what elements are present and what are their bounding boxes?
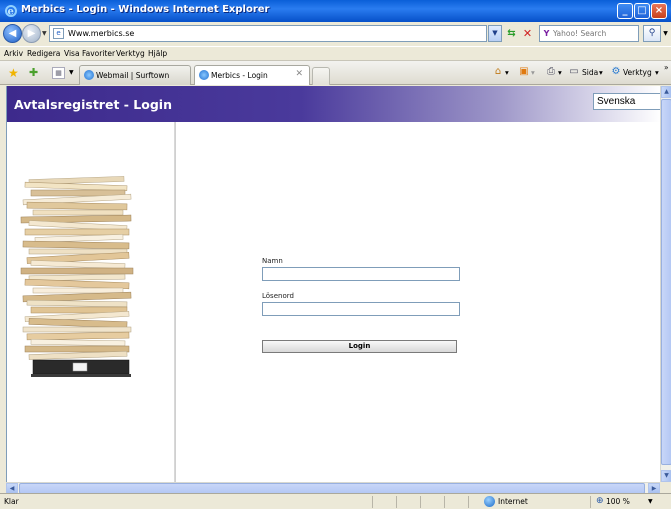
menu-favorites[interactable]: Favoriter [82, 49, 115, 58]
search-options-icon[interactable]: ▼ [661, 25, 670, 42]
tools-menu-icon[interactable]: ⚙ [610, 66, 622, 78]
title-bar: e Merbics - Login - Windows Internet Exp… [0, 0, 671, 22]
horizontal-scrollbar[interactable]: ◀ ▶ [6, 482, 660, 494]
scroll-down-icon[interactable]: ▼ [661, 470, 671, 482]
status-text: Klar [4, 497, 19, 506]
page-icon: e [53, 28, 64, 39]
status-separator [590, 496, 591, 508]
tab-bar: ★ ✚ ▦ ▼ Webmail | Surftown Merbics - Log… [0, 60, 671, 85]
ie-logo-icon: e [5, 5, 17, 18]
status-bar: Klar Internet ⊕ 100 % ▼ [0, 493, 671, 509]
tab-ie-icon [199, 70, 209, 80]
menu-bar: Arkiv Redigera Visa Favoriter Verktyg Hj… [0, 46, 671, 60]
quick-tabs-icon[interactable]: ▦ [52, 67, 65, 79]
search-input[interactable] [553, 27, 637, 40]
zoom-dropdown-icon[interactable]: ▼ [648, 498, 653, 505]
refresh-icon[interactable]: ⇆ [504, 25, 519, 42]
feeds-dropdown-icon[interactable]: ▾ [531, 68, 535, 77]
page-header-banner: Avtalsregistret - Login Svenska [7, 86, 660, 122]
status-separator [444, 496, 445, 508]
new-tab-button[interactable] [312, 67, 330, 85]
language-select[interactable]: Svenska [593, 93, 660, 110]
menu-help[interactable]: Hjälp [148, 49, 167, 58]
svg-text:e: e [8, 7, 14, 18]
password-label: Lösenord [262, 292, 294, 300]
back-button[interactable]: ◀ [3, 24, 22, 43]
feeds-icon[interactable]: ▣ [518, 66, 530, 78]
forward-arrow-icon: ▶ [27, 28, 36, 39]
forward-button[interactable]: ▶ [22, 24, 41, 43]
menu-file[interactable]: Arkiv [4, 49, 23, 58]
tab-list-dropdown-icon[interactable]: ▼ [69, 69, 74, 76]
left-panel [7, 122, 175, 482]
close-tab-icon[interactable]: ✕ [295, 69, 303, 79]
print-icon[interactable]: ⎙ [545, 66, 557, 78]
yahoo-icon: Y [542, 29, 551, 38]
page-viewport: Avtalsregistret - Login Svenska Namn Lös… [6, 86, 660, 482]
security-zone[interactable]: Internet [498, 497, 528, 506]
zoom-icon[interactable]: ⊕ [596, 496, 604, 506]
print-dropdown-icon[interactable]: ▾ [558, 68, 562, 77]
vertical-scroll-thumb[interactable] [661, 99, 671, 465]
back-arrow-icon: ◀ [8, 28, 17, 39]
name-label: Namn [262, 257, 283, 265]
favorites-star-icon[interactable]: ★ [8, 66, 19, 80]
stop-icon[interactable]: ✕ [520, 25, 535, 42]
zoom-level[interactable]: 100 % [606, 497, 630, 506]
name-input[interactable] [262, 267, 460, 281]
tools-menu[interactable]: Verktyg [623, 68, 652, 77]
password-input[interactable] [262, 302, 460, 316]
menu-edit[interactable]: Redigera [27, 49, 60, 58]
scrollbar-corner [660, 482, 671, 493]
tab-merbics-login[interactable]: Merbics - Login ✕ [194, 65, 310, 85]
window-title: Merbics - Login - Windows Internet Explo… [21, 4, 270, 15]
search-button[interactable]: ⚲ [643, 25, 661, 42]
login-button[interactable]: Login [262, 340, 457, 353]
page-title: Avtalsregistret - Login [14, 97, 172, 112]
status-separator [468, 496, 469, 508]
home-dropdown-icon[interactable]: ▾ [505, 68, 509, 77]
minimize-button[interactable]: _ [617, 3, 633, 19]
address-field[interactable]: e Www.merbics.se [49, 25, 487, 42]
add-favorite-icon[interactable]: ✚ [29, 66, 38, 79]
address-url[interactable]: Www.merbics.se [68, 29, 134, 38]
page-menu-icon[interactable]: ▭ [568, 66, 580, 78]
more-chevron-icon[interactable]: » [664, 63, 669, 72]
menu-tools[interactable]: Verktyg [116, 49, 145, 58]
menu-view[interactable]: Visa [64, 49, 80, 58]
address-dropdown-button[interactable]: ▼ [488, 25, 502, 42]
scroll-up-icon[interactable]: ▲ [661, 86, 671, 98]
maximize-button[interactable]: □ [634, 3, 650, 19]
internet-zone-icon [484, 496, 495, 507]
page-dropdown-icon[interactable]: ▾ [599, 68, 603, 77]
close-window-button[interactable]: × [651, 3, 667, 19]
page-menu[interactable]: Sida [582, 68, 598, 77]
vertical-scrollbar[interactable]: ▲ ▼ [660, 86, 671, 482]
tab-ie-icon [84, 70, 94, 80]
history-dropdown-icon[interactable]: ▼ [42, 30, 47, 37]
tools-dropdown-icon[interactable]: ▾ [655, 68, 659, 77]
panel-divider [175, 122, 176, 482]
address-toolbar: ◀ ▶ ▼ e Www.merbics.se ▼ ⇆ ✕ Y ⚲ ▼ [0, 22, 671, 46]
tab-label: Webmail | Surftown [96, 71, 170, 80]
status-separator [420, 496, 421, 508]
search-box[interactable]: Y [539, 25, 639, 42]
tab-webmail[interactable]: Webmail | Surftown [79, 65, 191, 85]
status-separator [396, 496, 397, 508]
paper-stack-image [20, 176, 134, 377]
tab-label: Merbics - Login [211, 71, 268, 80]
home-icon[interactable]: ⌂ [492, 66, 504, 78]
status-separator [372, 496, 373, 508]
